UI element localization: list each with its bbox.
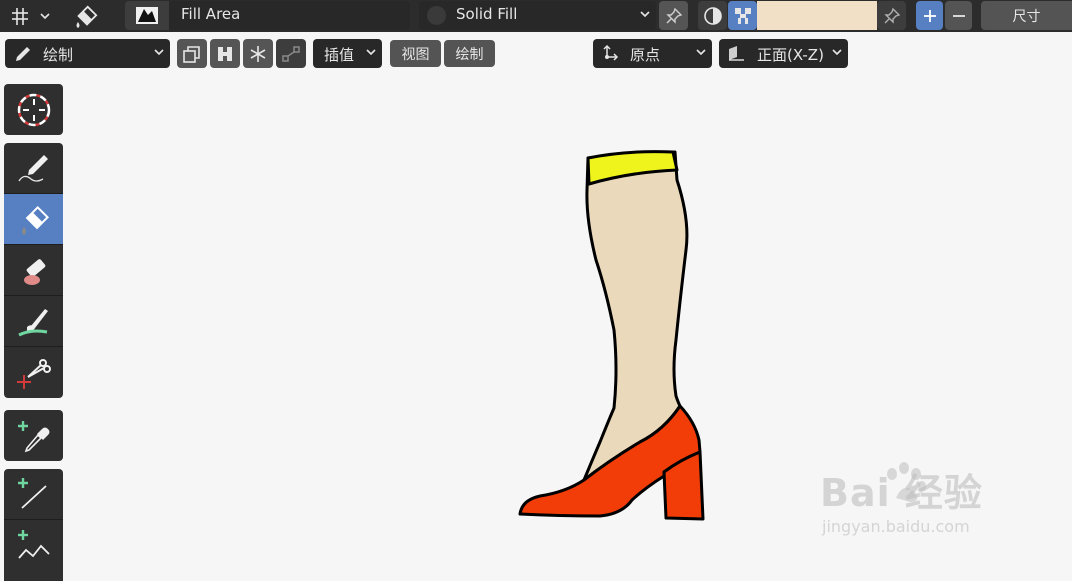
- watermark-url: jingyan.baidu.com: [822, 517, 970, 536]
- watermark: Bai 经验 jingyan.baidu.com: [820, 462, 1020, 536]
- baidu-paw-logo: [887, 462, 926, 502]
